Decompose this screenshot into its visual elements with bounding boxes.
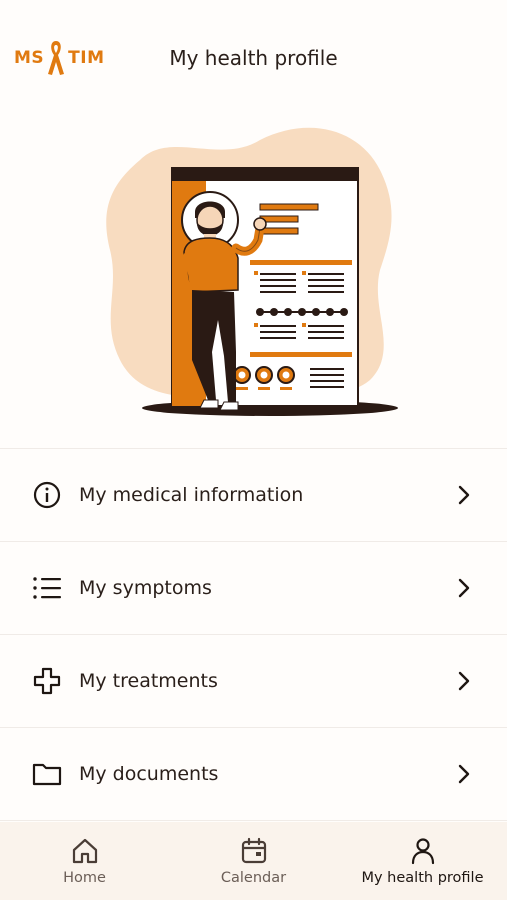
menu-item-medical-information[interactable]: My medical information (0, 449, 507, 542)
chevron-right-icon (458, 578, 470, 598)
chevron-right-icon (458, 671, 470, 691)
home-icon (72, 838, 97, 864)
nav-label: Home (63, 870, 106, 886)
calendar-icon (241, 837, 266, 864)
chevron-right-icon (458, 485, 470, 505)
nav-item-calendar[interactable]: Calendar (169, 822, 338, 900)
nav-label: Calendar (220, 870, 287, 886)
menu-item-label: My treatments (79, 670, 218, 692)
menu-item-label: My medical information (79, 484, 304, 506)
header: MS TIM My health profile (0, 0, 507, 115)
folder-icon (31, 758, 63, 790)
nav-label: My health profile (361, 870, 484, 886)
menu-item-documents[interactable]: My documents (0, 728, 507, 821)
page-title: My health profile (169, 46, 338, 70)
bottom-navigation: Home Calendar My health profile (0, 822, 507, 900)
menu-item-symptoms[interactable]: My symptoms (0, 542, 507, 635)
chevron-right-icon (458, 764, 470, 784)
list-icon (31, 572, 63, 604)
menu-item-treatments[interactable]: My treatments (0, 635, 507, 728)
health-profile-menu: My medical information My symptoms My tr… (0, 448, 507, 821)
person-icon (411, 838, 434, 865)
plus-cross-icon (31, 665, 63, 697)
info-icon (31, 479, 63, 511)
nav-item-health-profile[interactable]: My health profile (338, 822, 507, 900)
menu-item-label: My symptoms (79, 577, 212, 599)
health-profile-illustration (106, 127, 398, 416)
menu-item-label: My documents (79, 763, 219, 785)
app-screen: MS TIM My health profile My medical info… (0, 0, 507, 900)
document-top-bar (172, 168, 358, 181)
nav-item-home[interactable]: Home (0, 822, 169, 900)
